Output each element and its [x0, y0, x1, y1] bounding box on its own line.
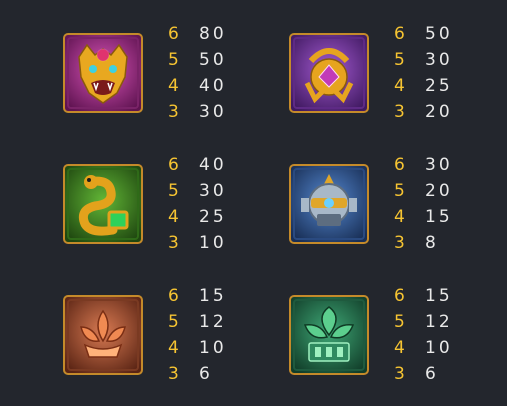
payout-value: 50 — [199, 50, 227, 70]
paytable-sun-mask: 6 30 5 20 4 15 38 — [394, 152, 464, 256]
payout-value: 30 — [199, 102, 227, 122]
pay-row: 3 30 — [168, 99, 238, 125]
pay-row: 3 20 — [394, 99, 464, 125]
payout-value: 20 — [425, 102, 453, 122]
pay-row: 5 20 — [394, 178, 464, 204]
match-count: 5 — [168, 312, 182, 332]
match-count: 6 — [168, 155, 182, 175]
match-count: 6 — [394, 24, 408, 44]
match-count: 6 — [394, 155, 408, 175]
pay-row: 4 10 — [168, 335, 238, 361]
pay-row: 6 15 — [168, 283, 238, 309]
payout-value: 6 — [425, 364, 439, 384]
pay-row: 3 10 — [168, 230, 238, 256]
jaguar-head-icon — [63, 33, 143, 113]
match-count: 5 — [394, 50, 408, 70]
match-count: 4 — [394, 207, 408, 227]
payout-value: 10 — [425, 338, 453, 358]
match-count: 6 — [394, 286, 408, 306]
pay-row: 5 12 — [394, 309, 464, 335]
paytable-lotus: 6 15 5 12 4 10 36 — [168, 283, 238, 387]
match-count: 5 — [168, 50, 182, 70]
symbol-tile-jaguar — [63, 33, 143, 113]
match-count: 3 — [168, 102, 182, 122]
match-count: 3 — [394, 102, 408, 122]
paytable-serpent: 6 40 5 30 4 25 3 10 — [168, 152, 238, 256]
payout-value: 40 — [199, 155, 227, 175]
payout-value: 15 — [199, 286, 227, 306]
payout-value: 15 — [425, 207, 453, 227]
payout-value: 10 — [199, 338, 227, 358]
payout-value: 30 — [425, 155, 453, 175]
pay-row: 4 25 — [394, 73, 464, 99]
pay-row: 38 — [394, 230, 464, 256]
pay-row: 5 30 — [168, 178, 238, 204]
symbol-tile-serpent — [63, 164, 143, 244]
payout-value: 12 — [425, 312, 453, 332]
pay-row: 5 50 — [168, 47, 238, 73]
match-count: 6 — [168, 24, 182, 44]
lotus-flower-icon — [63, 295, 143, 375]
payout-value: 15 — [425, 286, 453, 306]
match-count: 4 — [168, 76, 182, 96]
payout-value: 25 — [199, 207, 227, 227]
pay-row: 6 30 — [394, 152, 464, 178]
pay-row: 4 25 — [168, 204, 238, 230]
payout-value: 25 — [425, 76, 453, 96]
paytable-jaguar: 6 80 5 50 4 40 3 30 — [168, 21, 238, 125]
payout-value: 50 — [425, 24, 453, 44]
match-count: 5 — [394, 181, 408, 201]
match-count: 3 — [394, 364, 408, 384]
jade-leaf-icon — [289, 295, 369, 375]
paytable-jade-leaf: 6 15 5 12 4 10 36 — [394, 283, 464, 387]
pay-row: 5 12 — [168, 309, 238, 335]
pay-row: 6 80 — [168, 21, 238, 47]
symbol-tile-sun-mask — [289, 164, 369, 244]
payout-value: 30 — [199, 181, 227, 201]
payout-value: 30 — [425, 50, 453, 70]
pay-row: 36 — [394, 361, 464, 387]
serpent-icon — [63, 164, 143, 244]
payout-value: 40 — [199, 76, 227, 96]
match-count: 6 — [168, 286, 182, 306]
match-count: 3 — [394, 233, 408, 253]
payout-value: 12 — [199, 312, 227, 332]
symbol-tile-lotus — [63, 295, 143, 375]
pay-row: 6 15 — [394, 283, 464, 309]
pay-row: 6 50 — [394, 21, 464, 47]
payout-value: 10 — [199, 233, 227, 253]
match-count: 4 — [168, 338, 182, 358]
pay-row: 4 15 — [394, 204, 464, 230]
payout-value: 20 — [425, 181, 453, 201]
pay-row: 36 — [168, 361, 238, 387]
symbol-tile-jade-leaf — [289, 295, 369, 375]
match-count: 4 — [394, 338, 408, 358]
payout-value: 6 — [199, 364, 213, 384]
pay-row: 5 30 — [394, 47, 464, 73]
payout-value: 80 — [199, 24, 227, 44]
pay-row: 4 40 — [168, 73, 238, 99]
match-count: 3 — [168, 233, 182, 253]
pay-row: 4 10 — [394, 335, 464, 361]
match-count: 4 — [168, 207, 182, 227]
golden-amulet-icon — [289, 33, 369, 113]
symbol-tile-amulet — [289, 33, 369, 113]
pay-row: 6 40 — [168, 152, 238, 178]
match-count: 5 — [168, 181, 182, 201]
paytable-amulet: 6 50 5 30 4 25 3 20 — [394, 21, 464, 125]
payout-value: 8 — [425, 233, 439, 253]
match-count: 5 — [394, 312, 408, 332]
match-count: 3 — [168, 364, 182, 384]
sun-mask-icon — [289, 164, 369, 244]
match-count: 4 — [394, 76, 408, 96]
